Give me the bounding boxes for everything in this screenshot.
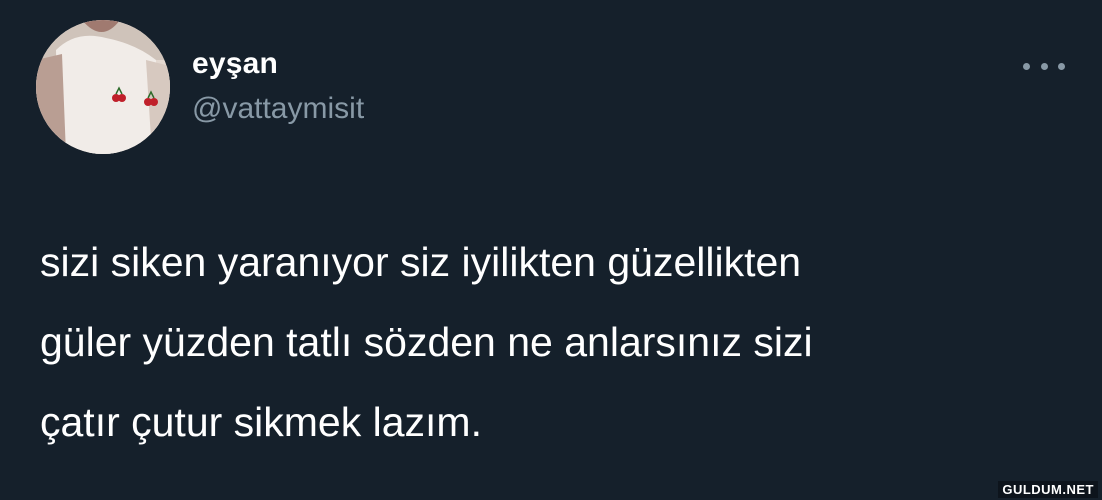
more-dot bbox=[1058, 62, 1065, 70]
more-dot bbox=[1023, 62, 1030, 70]
tweet-text: sizi siken yaranıyor siz iyilikten güzel… bbox=[40, 239, 813, 445]
more-options-icon[interactable] bbox=[1023, 58, 1065, 74]
author-handle[interactable]: @vattaymisit bbox=[192, 92, 364, 126]
author-display-name[interactable]: eyşan bbox=[192, 47, 278, 81]
avatar-photo bbox=[36, 20, 170, 154]
avatar[interactable] bbox=[36, 20, 170, 154]
tweet-card: eyşan @vattaymisit sizi siken yaranıyor … bbox=[0, 0, 1102, 500]
more-dot bbox=[1040, 62, 1048, 70]
watermark: GULDUM.NET bbox=[998, 481, 1098, 498]
